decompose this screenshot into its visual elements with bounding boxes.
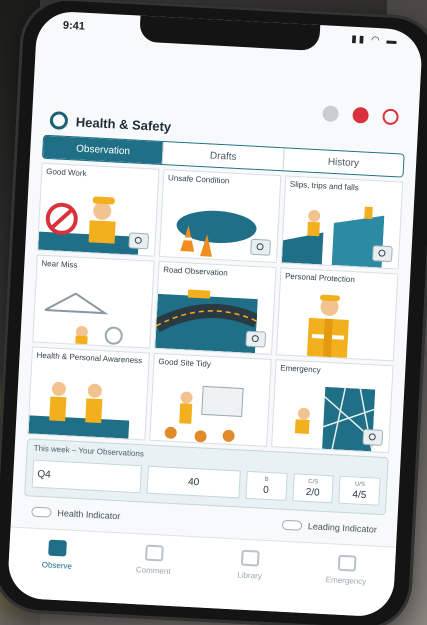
camera-icon[interactable] [245,330,267,348]
card-label: Health & Personal Awareness [36,350,143,366]
toggle-label: Health Indicator [57,507,121,522]
app-header: Health & Safety [49,111,172,135]
nav-label: Library [237,570,263,581]
leading-indicator-toggle[interactable]: Leading Indicator [281,519,378,535]
presentation-worker-icon [164,385,244,443]
falling-worker-icon [281,206,385,268]
nav-label: Comment [135,565,171,576]
stat-value: 2/0 [305,486,320,499]
card-label: Good Work [45,166,87,179]
stats-row: Q4 40 B 0 C/S 2/0 U/S 4/5 [31,459,381,506]
status-time: 9:41 [62,19,86,33]
card-label: Road Observation [163,265,228,278]
stats-period: Q4 [31,459,143,494]
bottom-nav: Observe Comment Library Emergency [6,526,397,618]
health-indicator-toggle[interactable]: Health Indicator [31,506,121,522]
settings-icon[interactable] [322,105,340,123]
nav-label: Emergency [325,575,367,587]
app-logo-icon [49,111,69,130]
nav-library[interactable]: Library [200,538,300,613]
card-label: Unsafe Condition [167,173,230,186]
card-label: Slips, trips and falls [289,179,359,193]
nav-comment[interactable]: Comment [103,533,203,608]
nav-label: Observe [41,560,73,571]
coworkers-icon [28,381,130,439]
card-personal-protection[interactable]: Personal Protection [275,267,399,362]
app-title: Health & Safety [75,113,172,134]
card-emergency[interactable]: Emergency [271,359,394,454]
stat-value: 4/5 [352,488,367,501]
logout-icon[interactable] [382,108,399,126]
hanger-icon [44,292,123,345]
camera-icon[interactable] [128,232,150,250]
safety-vest-worker-icon [306,294,349,358]
camera-icon[interactable] [371,245,393,263]
phone-icon [337,554,357,572]
observation-grid: Good Work Unsafe Condition Slips, trips … [27,162,404,454]
no-smoking-worker-icon [38,196,139,255]
card-slips-trips-falls[interactable]: Slips, trips and falls [280,175,404,270]
stat-label: C/S [308,478,319,486]
card-label: Emergency [280,363,321,375]
card-label: Near Miss [41,258,78,270]
glass-pattern-icon [294,386,376,452]
clipboard-icon [48,539,68,557]
notch [139,13,321,52]
phone-frame: 9:41 ▮▮ ◠ ▬ Health & Safety Observation … [0,0,427,625]
notification-icon[interactable] [352,106,370,124]
camera-icon[interactable] [250,238,271,256]
road-truck-icon [155,289,259,354]
stat-label: B [264,476,269,483]
library-icon [241,549,260,567]
tab-drafts[interactable]: Drafts [162,142,284,171]
card-near-miss[interactable]: Near Miss [32,254,155,349]
toggle-switch[interactable] [281,519,303,531]
comment-icon [144,544,164,562]
card-good-site-tidy[interactable]: Good Site Tidy [149,352,272,447]
status-icons: ▮▮ ◠ ▬ [350,33,399,48]
card-label: Good Site Tidy [158,357,212,369]
phone-screen: 9:41 ▮▮ ◠ ▬ Health & Safety Observation … [6,10,424,618]
card-good-work[interactable]: Good Work [37,162,160,257]
card-unsafe-condition[interactable]: Unsafe Condition [158,169,282,264]
traffic-cones-icon [176,210,257,257]
tab-observation[interactable]: Observation [42,135,164,164]
stat-label: U/S [354,481,366,488]
stats-header: This week – Your Observations [33,443,145,459]
card-health-personal-awareness[interactable]: Health & Personal Awareness [27,346,150,441]
card-road-observation[interactable]: Road Observation [154,260,277,355]
nav-observe[interactable]: Observe [7,528,107,603]
stat-us: U/S 4/5 [338,475,381,506]
camera-icon[interactable] [362,428,384,446]
top-actions [322,105,399,126]
stats-count: 40 [146,465,241,499]
stat-value: 0 [262,484,270,496]
stat-b: B 0 [245,470,288,501]
toggle-label: Leading Indicator [307,521,378,535]
stat-cs: C/S 2/0 [291,473,334,504]
nav-emergency[interactable]: Emergency [296,543,396,618]
card-label: Personal Protection [284,271,356,285]
toggle-switch[interactable] [31,506,52,518]
tab-history[interactable]: History [282,148,404,177]
